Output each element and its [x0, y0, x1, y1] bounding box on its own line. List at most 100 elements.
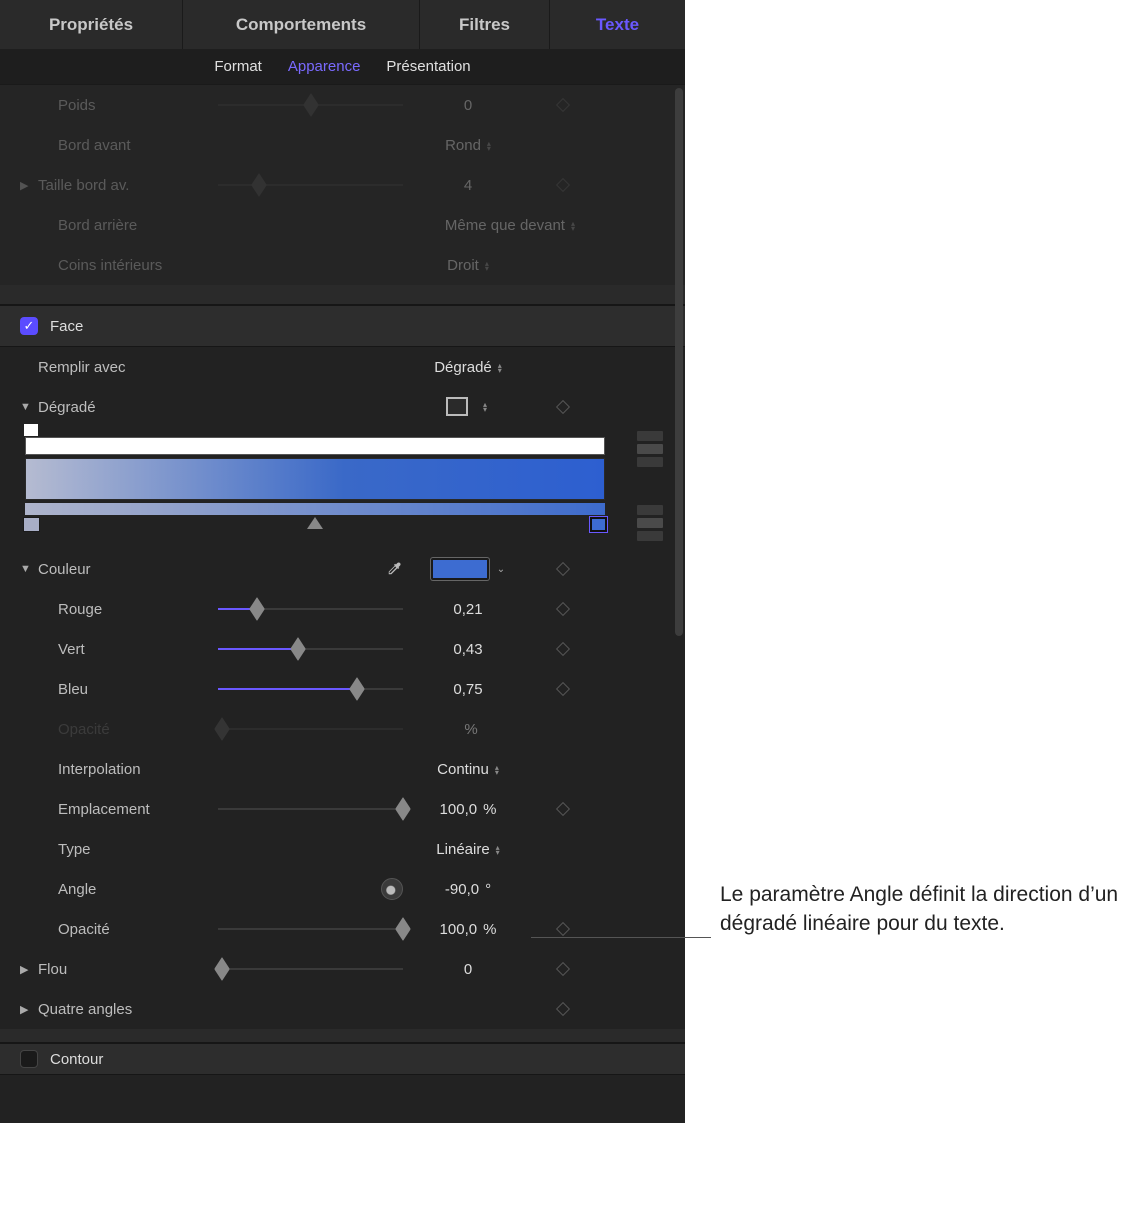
opacity-stop-top[interactable] [23, 423, 39, 437]
value-taille-bord[interactable]: 4 [403, 177, 533, 194]
gradient-midpoint[interactable] [307, 517, 323, 529]
keyframe-flou[interactable] [533, 961, 593, 978]
color-strip[interactable] [25, 503, 605, 515]
slider-vert[interactable] [218, 641, 403, 657]
row-vert: Vert 0,43 [0, 629, 685, 669]
keyframe-degrade[interactable] [533, 399, 593, 416]
unit-opacite1: % [403, 721, 533, 738]
subtab-presentation[interactable]: Présentation [386, 58, 470, 75]
slider-emplacement[interactable] [218, 801, 403, 817]
value-poids[interactable]: 0 [403, 97, 533, 114]
value-vert[interactable]: 0,43 [403, 641, 533, 658]
angle-dial[interactable] [381, 878, 403, 900]
keyframe-taille[interactable] [533, 177, 593, 194]
row-quatre-angles: ▶ Quatre angles [0, 989, 685, 1029]
gradient-stop-right[interactable] [590, 517, 607, 532]
gradient-preview[interactable] [25, 458, 605, 500]
label-bleu: Bleu [38, 681, 218, 698]
row-taille-bord: ▶ Taille bord av. 4 [0, 165, 685, 205]
preset-icon [449, 400, 467, 415]
keyframe-rouge[interactable] [533, 601, 593, 618]
row-remplir: Remplir avec Dégradé▴▾ [0, 347, 685, 387]
disclosure-taille-bord[interactable]: ▶ [20, 179, 34, 192]
tab-filters[interactable]: Filtres [420, 0, 550, 49]
dropdown-coins[interactable]: Droit▴▾ [403, 257, 533, 274]
callout-text: Le paramètre Angle définit la direction … [720, 880, 1140, 939]
label-rouge: Rouge [38, 601, 218, 618]
value-emplacement[interactable]: 100,0% [403, 801, 533, 818]
gradient-stop-left[interactable] [23, 517, 40, 532]
section-gap [0, 285, 685, 305]
color-swatch[interactable] [431, 558, 489, 580]
inspector-body: Poids 0 Bord avant Rond▴▾ ▶ Taille bord … [0, 85, 685, 1075]
slider-opacite1 [218, 721, 403, 737]
disclosure-degrade[interactable]: ▼ [20, 401, 34, 413]
tab-properties[interactable]: Propriétés [0, 0, 183, 49]
inspector-panel: Propriétés Comportements Filtres Texte F… [0, 0, 685, 1123]
scrollbar[interactable] [675, 88, 683, 636]
row-interpolation: Interpolation Continu▴▾ [0, 749, 685, 789]
value-flou[interactable]: 0 [403, 961, 533, 978]
keyframe-poids[interactable] [533, 97, 593, 114]
keyframe-bleu[interactable] [533, 681, 593, 698]
row-type: Type Linéaire▴▾ [0, 829, 685, 869]
row-opacite: Opacité 100,0% [0, 909, 685, 949]
tab-behaviors[interactable]: Comportements [183, 0, 420, 49]
row-rouge: Rouge 0,21 [0, 589, 685, 629]
subtab-appearance[interactable]: Apparence [288, 58, 361, 75]
slider-rouge[interactable] [218, 601, 403, 617]
dropdown-bord-avant[interactable]: Rond▴▾ [403, 137, 533, 154]
label-opacite1: Opacité [38, 721, 218, 738]
chevron-down-icon[interactable]: ⌄ [497, 564, 505, 575]
spread-stops-icon-top[interactable] [637, 431, 663, 467]
value-opacite2[interactable]: 100,0% [403, 921, 533, 938]
dropdown-type[interactable]: Linéaire▴▾ [403, 841, 533, 858]
keyframe-quatre[interactable] [533, 1001, 593, 1018]
spread-stops-icon-bottom[interactable] [637, 505, 663, 541]
keyframe-emplacement[interactable] [533, 801, 593, 818]
label-coins: Coins intérieurs [38, 257, 218, 274]
disclosure-couleur[interactable]: ▼ [20, 563, 34, 575]
slider-flou[interactable] [218, 961, 403, 977]
slider-poids[interactable] [218, 97, 403, 113]
slider-opacite2[interactable] [218, 921, 403, 937]
opacity-bar[interactable] [25, 437, 605, 455]
row-flou: ▶ Flou 0 [0, 949, 685, 989]
slider-taille-bord[interactable] [218, 177, 403, 193]
preset-degrade[interactable]: ▴▾ [403, 400, 533, 415]
callout-line [531, 937, 711, 938]
keyframe-opacite[interactable] [533, 921, 593, 938]
label-angle: Angle [38, 881, 218, 898]
value-angle[interactable]: -90,0° [403, 881, 533, 898]
disclosure-quatre[interactable]: ▶ [20, 1003, 34, 1016]
row-poids: Poids 0 [0, 85, 685, 125]
row-emplacement: Emplacement 100,0% [0, 789, 685, 829]
value-bleu[interactable]: 0,75 [403, 681, 533, 698]
dropdown-bord-arriere[interactable]: Même que devant▴▾ [403, 217, 603, 234]
dropdown-remplir[interactable]: Dégradé▴▾ [403, 359, 533, 376]
dropdown-interpolation[interactable]: Continu▴▾ [403, 761, 533, 778]
tab-text[interactable]: Texte [550, 0, 685, 49]
slider-bleu[interactable] [218, 681, 403, 697]
label-interpolation: Interpolation [38, 761, 218, 778]
row-bleu: Bleu 0,75 [0, 669, 685, 709]
checkbox-face[interactable]: ✓ [20, 317, 38, 335]
row-couleur: ▼ Couleur ⌄ [0, 549, 685, 589]
disclosure-flou[interactable]: ▶ [20, 963, 34, 976]
keyframe-couleur[interactable] [533, 561, 593, 578]
label-opacite2: Opacité [38, 921, 218, 938]
sub-tabs: Format Apparence Présentation [0, 49, 685, 85]
checkbox-contour[interactable] [20, 1050, 38, 1068]
label-taille-bord: Taille bord av. [38, 177, 218, 194]
section-gap-2 [0, 1029, 685, 1043]
row-opacite-stop: Opacité % [0, 709, 685, 749]
subtab-format[interactable]: Format [214, 58, 262, 75]
label-vert: Vert [38, 641, 218, 658]
keyframe-vert[interactable] [533, 641, 593, 658]
label-couleur: Couleur [38, 561, 218, 578]
gradient-editor[interactable] [0, 427, 685, 549]
label-bord-avant: Bord avant [38, 137, 218, 154]
label-face: Face [50, 318, 83, 335]
eyedropper-icon[interactable] [385, 560, 403, 578]
value-rouge[interactable]: 0,21 [403, 601, 533, 618]
